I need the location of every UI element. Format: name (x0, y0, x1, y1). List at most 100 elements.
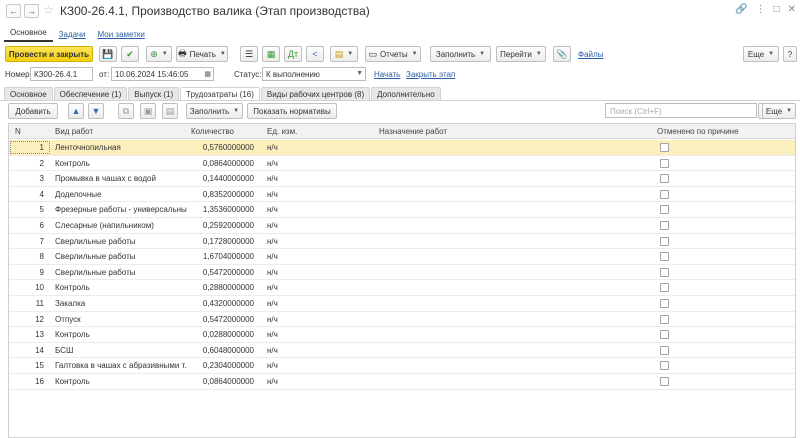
link-icon[interactable]: 🔗 (735, 4, 747, 15)
cancelled-checkbox[interactable] (660, 283, 669, 293)
cancelled-checkbox[interactable] (660, 314, 669, 324)
print-button[interactable]: 🖶 Печать ▼ (176, 46, 228, 62)
cancelled-checkbox[interactable] (660, 189, 669, 199)
row-work-type: Промывка в чашах с водой (55, 174, 156, 184)
row-work-type: Ленточнопильная (55, 143, 121, 152)
copy-icon[interactable]: ⧉ (118, 103, 134, 119)
col-cancel-reason[interactable]: Отменено по причине (657, 127, 739, 136)
table-row[interactable]: 5 Фрезерные работы - универсальны... 1,353… (9, 202, 795, 218)
list-icon[interactable]: ☰ (240, 46, 258, 62)
table-row[interactable]: 15 Галтовка в чашах с абразивными т... 0,2… (9, 358, 795, 374)
more-icon[interactable]: ⋮ (756, 4, 766, 15)
table-row[interactable]: 6 Слесарные (напильником) 0,2592000000 н/ч (9, 218, 795, 234)
table-row[interactable]: 9 Сверлильные работы 0,5472000000 н/ч (9, 265, 795, 281)
table-row[interactable]: 14 БСШ 0,6048000000 н/ч (9, 343, 795, 359)
cancelled-checkbox[interactable] (660, 205, 669, 215)
section-tabs: Основное Задачи Мои заметки (0, 22, 800, 42)
col-unit[interactable]: Ед. изм. (267, 127, 297, 136)
cancelled-checkbox[interactable] (660, 174, 669, 184)
search-input[interactable]: Поиск (Ctrl+F) (605, 103, 757, 118)
paperclip-icon[interactable]: 📎 (553, 46, 571, 62)
col-quantity[interactable]: Количество (191, 127, 234, 136)
calendar-icon[interactable]: ▦ (204, 70, 211, 78)
cancelled-checkbox[interactable] (660, 267, 669, 277)
col-purpose[interactable]: Назначение работ (379, 127, 447, 136)
date-field[interactable]: 10.06.2024 15:46:05 ▦ (111, 67, 214, 81)
go-button[interactable]: Перейти ▼ (496, 46, 546, 62)
structure-icon[interactable]: ▦ (262, 46, 280, 62)
table-row[interactable]: 12 Отпуск 0,5472000000 н/ч (9, 312, 795, 328)
forward-icon[interactable]: → (24, 4, 39, 18)
cancelled-checkbox[interactable] (660, 236, 669, 246)
close-stage-link[interactable]: Закрыть этап (406, 70, 455, 79)
col-n[interactable]: N (15, 127, 21, 136)
window-title: КЗ00-26.4.1, Производство валика (Этап п… (60, 4, 370, 18)
cancelled-checkbox[interactable] (660, 377, 669, 386)
tab-output[interactable]: Выпуск (1) (128, 87, 180, 100)
table-more-button[interactable]: Еще ▼ (762, 103, 796, 119)
table-row[interactable]: 11 Закалка 0,4320000000 н/ч (9, 296, 795, 312)
table-toolbar: Добавить ▲ ▼ ⧉ ▣ ▤ Заполнить ▼ Показать н… (0, 103, 800, 120)
cancelled-checkbox[interactable] (660, 143, 669, 152)
tab-labor[interactable]: Трудозатраты (16) (180, 87, 260, 100)
reports-button[interactable]: ▭ Отчеты ▼ (365, 46, 421, 62)
more-button[interactable]: Еще ▼ (743, 46, 779, 62)
save-icon[interactable]: 💾 (99, 46, 117, 62)
table-fill-button[interactable]: Заполнить ▼ (186, 103, 243, 119)
section-tab-main[interactable]: Основное (4, 25, 53, 42)
tab-work-centers[interactable]: Виды рабочих центров (8) (260, 87, 371, 100)
table-row[interactable]: 10 Контроль 0,2880000000 н/ч (9, 280, 795, 296)
show-norms-button[interactable]: Показать нормативы (247, 103, 337, 119)
section-tab-tasks[interactable]: Задачи (53, 27, 92, 42)
move-up-icon[interactable]: ▲ (68, 103, 84, 119)
post-icon[interactable]: ✔ (121, 46, 139, 62)
row-unit: н/ч (267, 361, 278, 371)
tab-provision[interactable]: Обеспечение (1) (53, 87, 128, 100)
table-row[interactable]: 7 Сверлильные работы 0,1728000000 н/ч (9, 234, 795, 250)
help-button[interactable]: ? (783, 46, 797, 62)
tab-additional[interactable]: Дополнительно (371, 87, 441, 100)
row-unit: н/ч (267, 377, 278, 386)
row-quantity: 0,1440000000 (202, 174, 254, 184)
cancelled-checkbox[interactable] (660, 345, 669, 355)
dt-kt-icon[interactable]: Дт (284, 46, 302, 62)
maximize-icon[interactable]: □ (774, 4, 780, 15)
table-row[interactable]: 3 Промывка в чашах с водой 0,1440000000 н/ч (9, 171, 795, 187)
cancelled-checkbox[interactable] (660, 361, 669, 371)
fill-button[interactable]: Заполнить ▼ (430, 46, 491, 62)
table-row[interactable]: 1 Ленточнопильная 0,5760000000 н/ч (9, 140, 795, 156)
table-row[interactable]: 13 Контроль 0,0288000000 н/ч (9, 327, 795, 343)
table-row[interactable]: 4 Доделочные 0,8352000000 н/ч (9, 187, 795, 203)
start-link[interactable]: Начать (374, 70, 400, 79)
row-quantity: 0,5760000000 (202, 143, 254, 152)
row-unit: н/ч (267, 174, 278, 184)
close-icon[interactable]: ✕ (788, 4, 796, 15)
number-field[interactable]: КЗ00-26.4.1 (30, 67, 93, 81)
table-row[interactable]: 16 Контроль 0,0864000000 н/ч (9, 374, 795, 390)
share-icon[interactable]: < (306, 46, 324, 62)
row-unit: н/ч (267, 283, 278, 293)
section-tab-notes[interactable]: Мои заметки (92, 27, 151, 42)
post-and-close-button[interactable]: Провести и закрыть (5, 46, 93, 62)
back-icon[interactable]: ← (6, 4, 21, 18)
cancelled-checkbox[interactable] (660, 252, 669, 262)
paste-icon[interactable]: ▣ (140, 103, 156, 119)
create-based-on-icon[interactable]: ⊕ ▼ (146, 46, 172, 62)
favorite-star-icon[interactable]: ☆ (43, 3, 54, 17)
row-quantity: 1,6704000000 (202, 252, 254, 262)
files-link[interactable]: Файлы (578, 50, 603, 59)
cancelled-checkbox[interactable] (660, 299, 669, 308)
cancelled-checkbox[interactable] (660, 221, 669, 230)
attach-doc-icon[interactable]: ▤ ▼ (330, 46, 358, 62)
col-work-type[interactable]: Вид работ (55, 127, 93, 136)
row-work-type: Контроль (55, 158, 90, 168)
tab-main[interactable]: Основное (4, 87, 53, 100)
table-row[interactable]: 8 Сверлильные работы 1,6704000000 н/ч (9, 249, 795, 265)
add-button[interactable]: Добавить (8, 103, 58, 119)
move-down-icon[interactable]: ▼ (88, 103, 104, 119)
status-select[interactable]: К выполнению ▼ (262, 67, 366, 81)
clipboard-icon[interactable]: ▤ (162, 103, 178, 119)
cancelled-checkbox[interactable] (660, 158, 669, 168)
cancelled-checkbox[interactable] (660, 330, 669, 340)
table-row[interactable]: 2 Контроль 0,0864000000 н/ч (9, 156, 795, 172)
